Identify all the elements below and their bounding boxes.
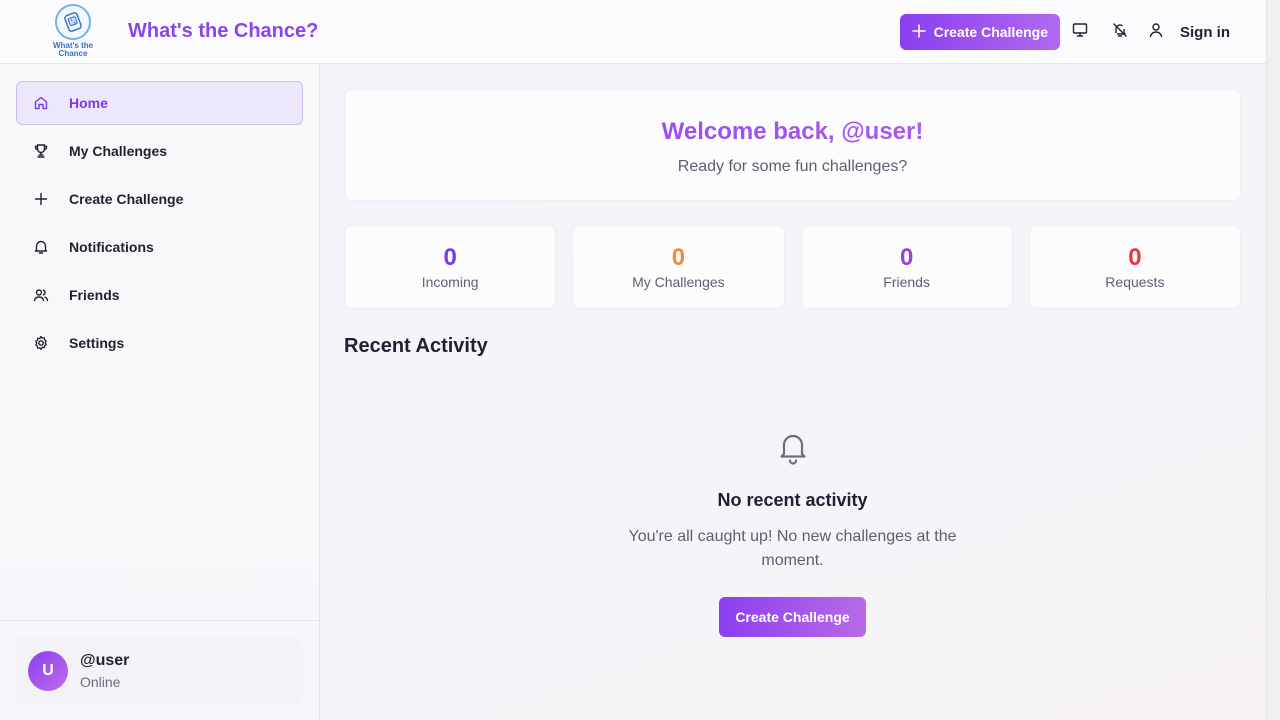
bell-off-icon bbox=[1112, 22, 1128, 43]
create-challenge-button[interactable]: Create Challenge bbox=[899, 14, 1060, 50]
welcome-card: Welcome back, @user! Ready for some fun … bbox=[344, 89, 1241, 201]
home-icon bbox=[33, 95, 49, 111]
sidebar-item-label: Friends bbox=[69, 287, 120, 303]
users-icon bbox=[33, 287, 49, 303]
stat-value: 0 bbox=[1128, 244, 1142, 271]
stat-card-requests[interactable]: 0 Requests bbox=[1028, 225, 1241, 309]
plus-icon bbox=[33, 191, 49, 207]
monitor-icon bbox=[1072, 22, 1088, 43]
stats-row: 0 Incoming 0 My Challenges 0 Friends 0 R… bbox=[344, 225, 1241, 309]
stat-label: Friends bbox=[883, 274, 930, 290]
welcome-subtitle: Ready for some fun challenges? bbox=[677, 158, 908, 175]
stat-card-my-challenges[interactable]: 0 My Challenges bbox=[572, 225, 785, 309]
sidebar-item-home[interactable]: Home bbox=[16, 81, 303, 125]
bell-icon bbox=[344, 431, 1241, 470]
dice-phone-icon bbox=[55, 4, 91, 40]
user-icon bbox=[1148, 22, 1164, 42]
avatar: U bbox=[28, 651, 68, 691]
stat-value: 0 bbox=[899, 244, 914, 271]
sidebar-item-create-challenge[interactable]: Create Challenge bbox=[16, 177, 303, 221]
recent-activity-heading: Recent Activity bbox=[344, 335, 488, 357]
display-mode-button[interactable] bbox=[1060, 14, 1100, 50]
sidebar-footer: U @user Online bbox=[0, 620, 319, 720]
create-challenge-label: Create Challenge bbox=[933, 24, 1048, 40]
stat-label: My Challenges bbox=[632, 274, 725, 290]
stat-card-friends[interactable]: 0 Friends bbox=[800, 225, 1013, 309]
stat-value: 0 bbox=[671, 244, 686, 271]
sidebar-item-friends[interactable]: Friends bbox=[16, 273, 303, 317]
notifications-off-button[interactable] bbox=[1100, 14, 1140, 50]
header-actions: Create Challenge Sign in bbox=[899, 14, 1234, 50]
app-logo[interactable]: What's the Chance bbox=[50, 4, 96, 58]
sidebar-item-label: Settings bbox=[69, 335, 125, 351]
create-challenge-cta-button[interactable]: Create Challenge bbox=[719, 597, 866, 637]
empty-state-description: You're all caught up! No new challenges … bbox=[628, 528, 957, 569]
empty-state-title: No recent activity bbox=[717, 490, 868, 510]
user-name: @user bbox=[80, 652, 130, 669]
app-window: What's the Chance What's the Chance? Cre… bbox=[0, 0, 1280, 720]
user-info: @user Online bbox=[80, 652, 129, 690]
sidebar-item-settings[interactable]: Settings bbox=[16, 321, 303, 365]
stat-label: Requests bbox=[1105, 274, 1165, 290]
gear-icon bbox=[33, 335, 49, 351]
empty-state: No recent activity You're all caught up!… bbox=[344, 431, 1241, 637]
sidebar-item-label: Create Challenge bbox=[69, 191, 184, 207]
top-header: What's the Chance What's the Chance? Cre… bbox=[0, 0, 1266, 64]
logo-text: What's the Chance bbox=[52, 41, 94, 58]
page-scrollbar[interactable] bbox=[1266, 0, 1280, 720]
stat-card-incoming[interactable]: 0 Incoming bbox=[344, 225, 557, 309]
trophy-icon bbox=[33, 143, 49, 159]
app-title: What's the Chance? bbox=[128, 20, 319, 42]
user-card[interactable]: U @user Online bbox=[16, 637, 303, 705]
sidebar-item-label: My Challenges bbox=[69, 143, 168, 159]
plus-icon bbox=[911, 23, 926, 41]
sign-in-label: Sign in bbox=[1180, 23, 1230, 41]
sidebar-item-my-challenges[interactable]: My Challenges bbox=[16, 129, 303, 173]
sidebar-item-label: Notifications bbox=[69, 239, 154, 255]
stat-label: Incoming bbox=[421, 274, 479, 290]
stat-value: 0 bbox=[443, 244, 457, 271]
sign-in-button[interactable]: Sign in bbox=[1144, 14, 1234, 50]
main-content: Welcome back, @user! Ready for some fun … bbox=[320, 65, 1266, 720]
sidebar-item-label: Home bbox=[69, 95, 108, 111]
welcome-title: Welcome back, @user! bbox=[345, 118, 1240, 146]
sidebar: Home My Challenges Create Challenge Noti… bbox=[0, 65, 320, 720]
sidebar-item-notifications[interactable]: Notifications bbox=[16, 225, 303, 269]
bell-icon bbox=[33, 239, 49, 255]
user-status: Online bbox=[80, 674, 121, 690]
sidebar-nav: Home My Challenges Create Challenge Noti… bbox=[16, 81, 303, 369]
